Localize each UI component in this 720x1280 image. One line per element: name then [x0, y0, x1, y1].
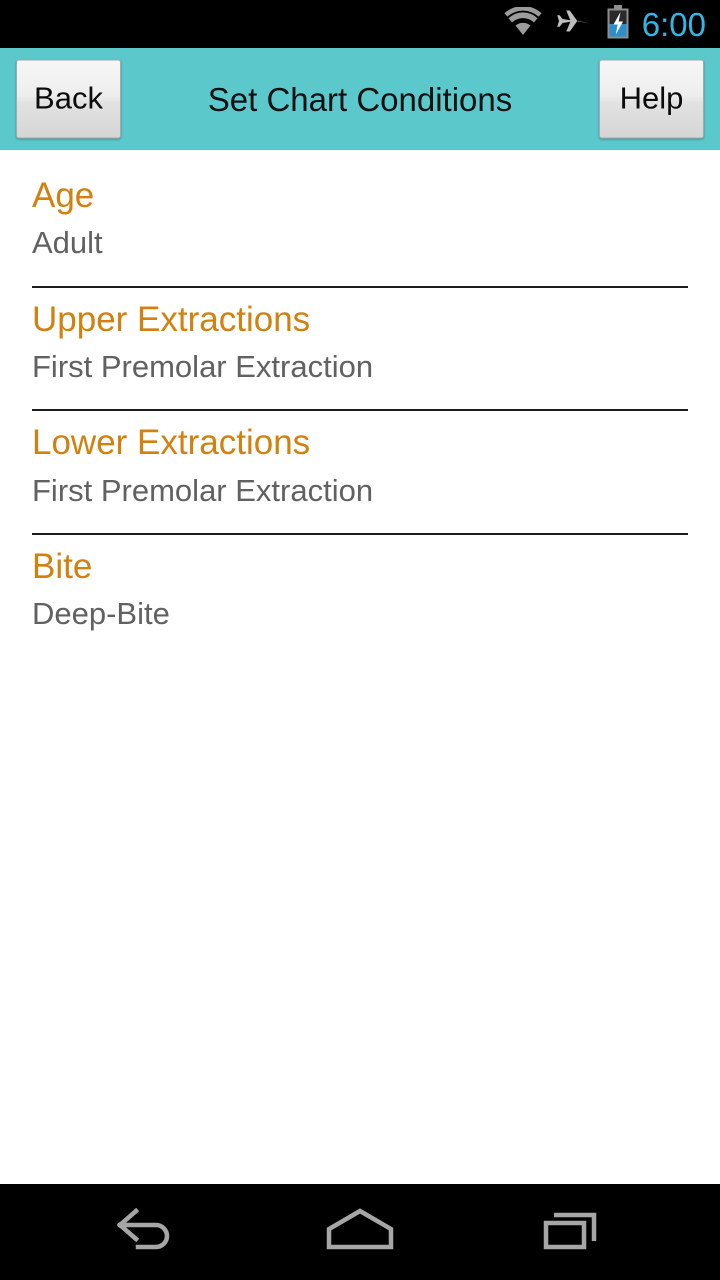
- list-item-upper-extractions[interactable]: Upper Extractions First Premolar Extract…: [0, 288, 720, 400]
- list-item-title: Bite: [32, 547, 93, 587]
- status-icon-group: [504, 4, 630, 44]
- nav-back-icon: [112, 1203, 182, 1262]
- list-item-age[interactable]: Age Adult: [0, 164, 720, 276]
- list-item-title: Lower Extractions: [32, 423, 311, 463]
- action-bar: Back Set Chart Conditions Help: [0, 48, 720, 150]
- nav-home-button[interactable]: [290, 1184, 430, 1280]
- list-item-lower-extractions[interactable]: Lower Extractions First Premolar Extract…: [0, 411, 720, 523]
- airplane-mode-icon: [556, 7, 592, 42]
- nav-back-button[interactable]: [77, 1184, 217, 1280]
- list-item-value: First Premolar Extraction: [32, 472, 374, 508]
- android-navigation-bar: [0, 1184, 720, 1280]
- status-bar: 6:00: [0, 0, 720, 48]
- nav-recents-button[interactable]: [503, 1184, 643, 1280]
- nav-home-icon: [321, 1203, 399, 1262]
- list-item-title: Age: [32, 176, 95, 215]
- list-item-bite[interactable]: Bite Deep-Bite: [0, 535, 720, 647]
- list-item-value: First Premolar Extraction: [32, 349, 374, 385]
- help-button[interactable]: Help: [599, 59, 704, 139]
- conditions-list: Age Adult Upper Extractions First Premol…: [0, 150, 720, 1184]
- list-item-value: Deep-Bite: [32, 596, 170, 632]
- status-bar-clock: 6:00: [641, 5, 706, 43]
- phone-screen: 6:00 Back Set Chart Conditions Help Age …: [0, 0, 720, 1280]
- list-item-value: Adult: [32, 225, 103, 261]
- battery-charging-icon: [606, 4, 630, 44]
- wifi-icon: [504, 5, 542, 42]
- list-item-title: Upper Extractions: [32, 299, 311, 339]
- back-button[interactable]: Back: [16, 59, 121, 139]
- nav-recents-icon: [538, 1203, 608, 1262]
